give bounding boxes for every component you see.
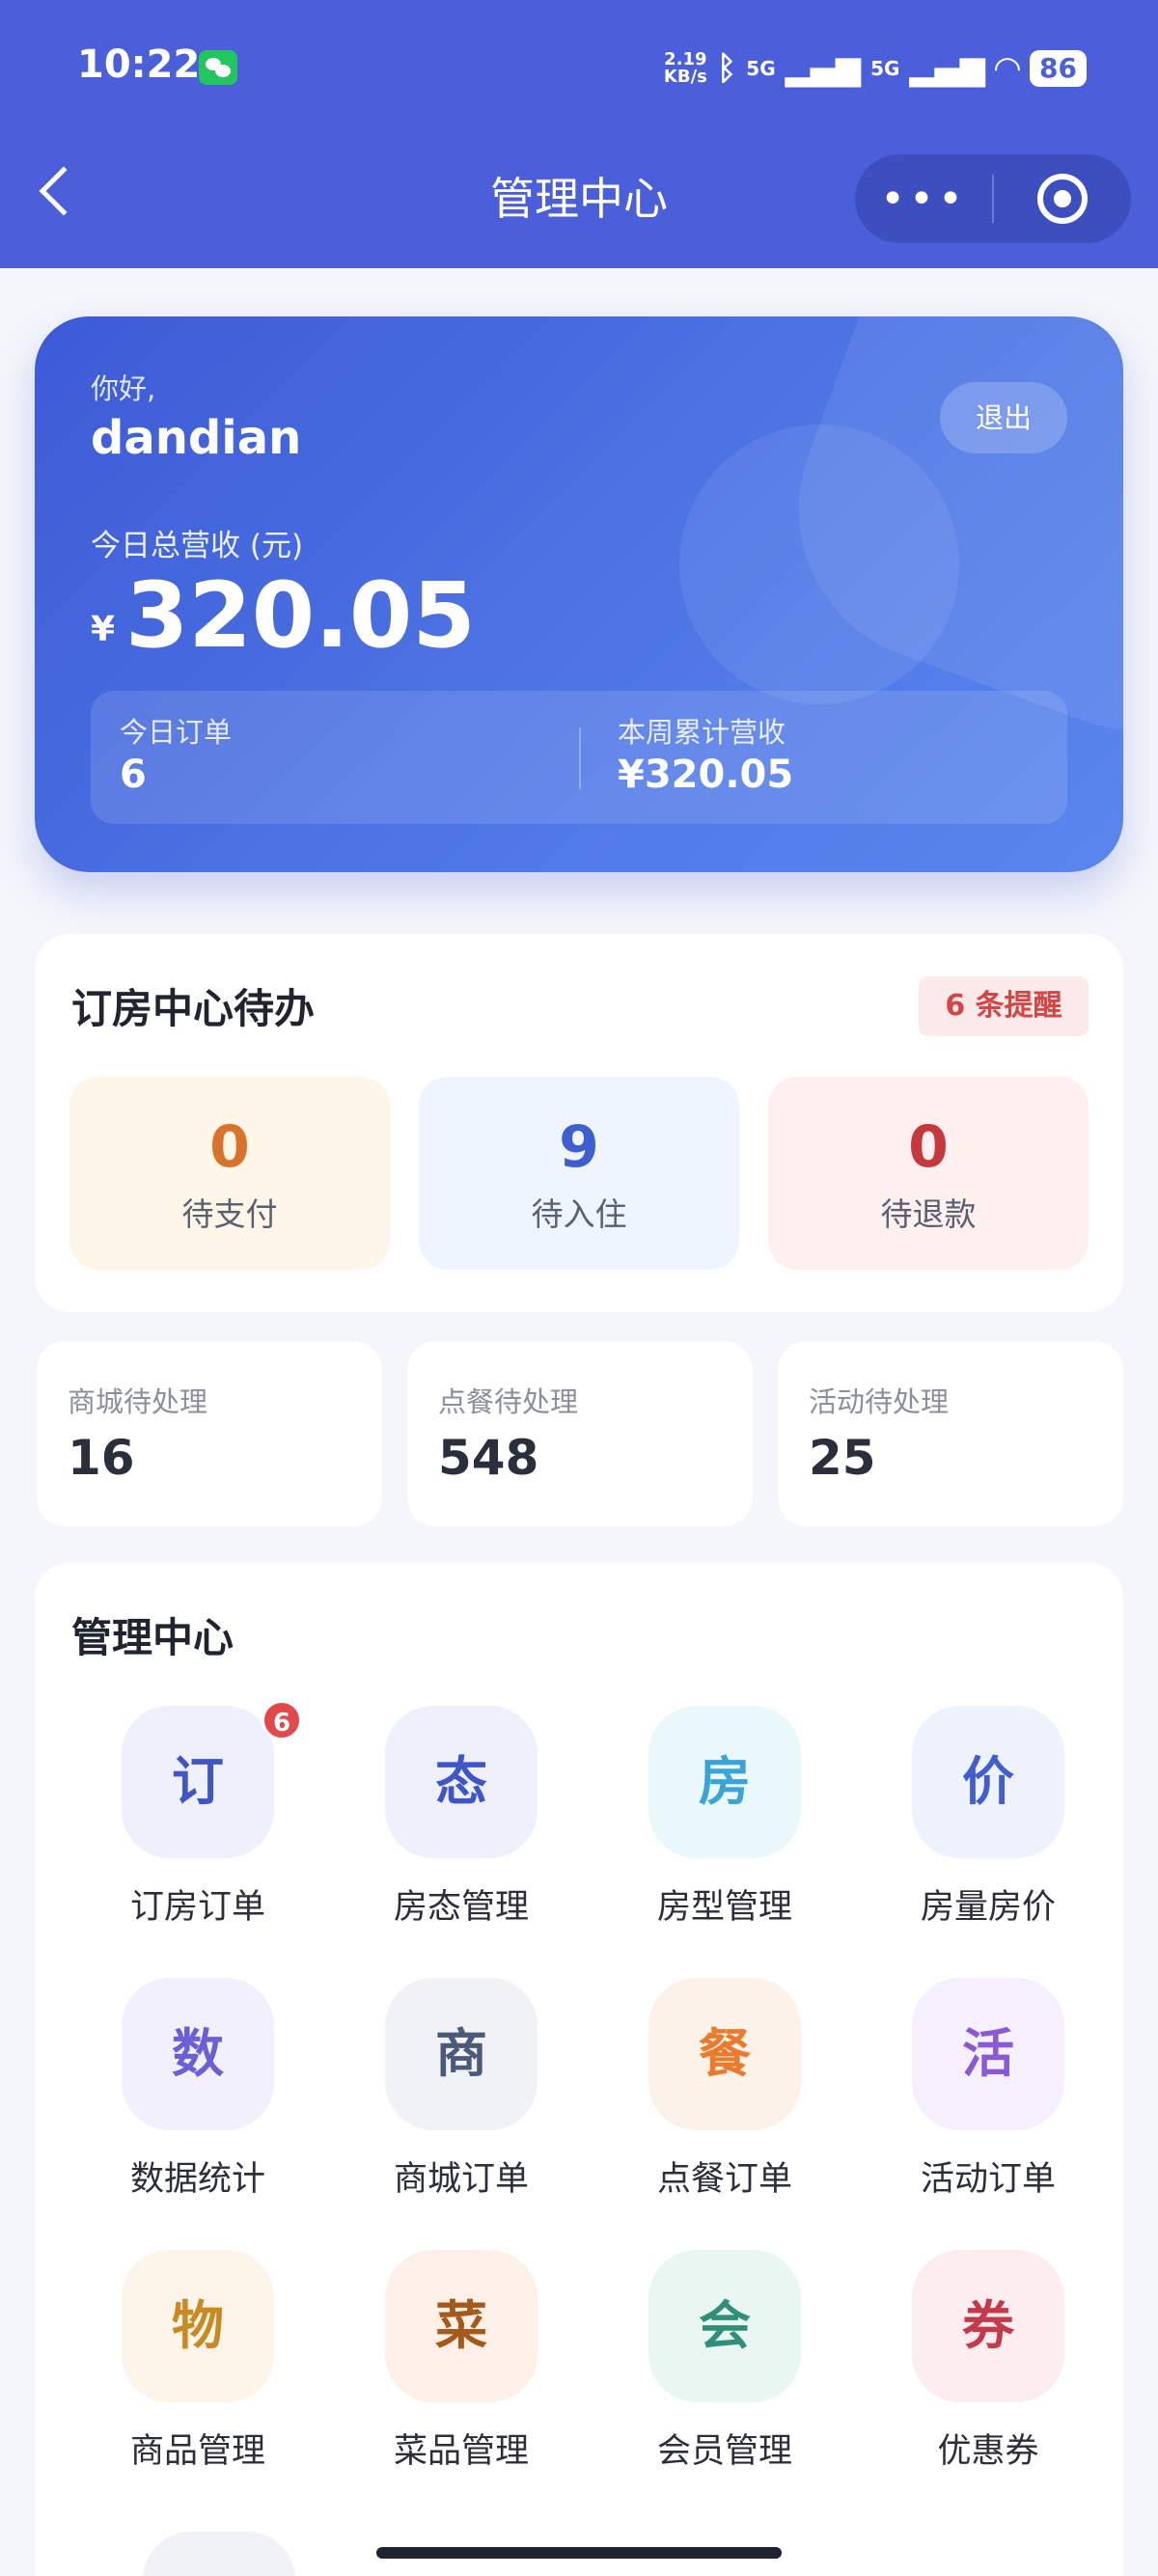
tile-label: 房态管理: [393, 1888, 529, 1927]
tile-label: 商品管理: [129, 2432, 265, 2471]
todo-pending-checkin[interactable]: 9 待入住: [419, 1077, 739, 1270]
coupons-icon: 券: [912, 2250, 1064, 2402]
tile-booking-orders[interactable]: 订 6 订房订单: [101, 1700, 302, 1947]
stat-value: 25: [809, 1430, 876, 1486]
more-menu-button[interactable]: •••: [855, 175, 992, 224]
member-mgmt-icon: 会: [648, 2250, 801, 2402]
revenue-label: 今日总营收 (元): [91, 529, 304, 563]
room-status-icon: 态: [385, 1706, 538, 1858]
signal-bars-icon: ▂▄▆: [785, 49, 862, 88]
today-orders-value: 6: [120, 753, 147, 797]
todo-label: 待支付: [181, 1195, 278, 1233]
tile-label: 商城订单: [393, 2160, 529, 2199]
tile-room-rates[interactable]: 价房量房价: [892, 1706, 1085, 1947]
tile-dish-mgmt[interactable]: 菜菜品管理: [365, 2250, 558, 2491]
activity-orders-icon: 活: [912, 1978, 1064, 2130]
signal-2-label: 5G: [870, 57, 900, 80]
stat-label: 点餐待处理: [438, 1385, 579, 1418]
management-card: 管理中心 订 6 订房订单态房态管理房房型管理价房量房价数数据统计商商城订单餐点餐订…: [35, 1563, 1123, 2576]
status-time: 10:22: [77, 42, 201, 87]
wifi-icon: ◠: [994, 49, 1021, 88]
tile-member-mgmt[interactable]: 会会员管理: [628, 2250, 821, 2491]
todo-count: 0: [209, 1113, 250, 1181]
summary-divider: [579, 727, 581, 789]
tile-label: 数据统计: [129, 2160, 265, 2199]
status-indicators: 2.19 KB/s ᛒ 5G ▂▄▆ 5G ▂▄▆ ◠ 86: [664, 44, 1087, 93]
room-rates-icon: 价: [912, 1706, 1064, 1858]
stat-card-activity[interactable]: 活动待处理 25: [778, 1341, 1123, 1526]
booking-orders-icon: 订: [122, 1706, 274, 1858]
stat-label: 活动待处理: [809, 1385, 950, 1418]
tile-label: 优惠券: [937, 2432, 1039, 2471]
wechat-icon: [199, 50, 237, 85]
tile-label: 房量房价: [920, 1888, 1056, 1927]
notification-badge: 6: [262, 1700, 302, 1740]
tile-coupons[interactable]: 券优惠券: [892, 2250, 1085, 2491]
net-speed: 2.19 KB/s: [664, 51, 707, 86]
tile-room-status[interactable]: 态房态管理: [365, 1706, 558, 1947]
todo-count: 0: [908, 1113, 949, 1181]
signal-1-label: 5G: [746, 57, 776, 80]
partial-tile: [143, 2532, 295, 2576]
today-orders-label: 今日订单: [120, 716, 233, 749]
top-bar: 10:22 2.19 KB/s ᛒ 5G ▂▄▆ 5G ▂▄▆ ◠ 86 管理中…: [0, 0, 1158, 268]
tile-product-mgmt[interactable]: 物商品管理: [101, 2250, 294, 2491]
target-icon: [1037, 174, 1088, 224]
section-title: 订房中心待办: [71, 985, 316, 1032]
tile-data-stats[interactable]: 数数据统计: [101, 1978, 294, 2219]
mall-orders-icon: 商: [385, 1978, 538, 2130]
signal-bars-icon: ▂▄▆: [909, 49, 985, 88]
stat-value: 548: [438, 1430, 539, 1486]
revenue-card: 你好, dandian 退出 今日总营收 (元) ¥ 320.05 今日订单 6…: [35, 316, 1123, 872]
todo-label: 待入住: [531, 1195, 627, 1233]
currency-symbol: ¥: [91, 610, 116, 649]
revenue-summary: 今日订单 6 本周累计营收 ¥320.05: [91, 691, 1067, 824]
decorative-circle: [679, 425, 959, 704]
revenue-value: 320.05: [125, 563, 476, 669]
todo-count: 9: [559, 1113, 599, 1181]
tile-label: 会员管理: [656, 2432, 792, 2471]
tile-mall-orders[interactable]: 商商城订单: [365, 1978, 558, 2219]
booking-todo-card: 订房中心待办 6 条提醒 0 待支付 9 待入住 0 待退款: [35, 934, 1123, 1312]
stat-label: 商城待处理: [68, 1385, 208, 1418]
dining-orders-icon: 餐: [648, 1978, 801, 2130]
tile-label: 活动订单: [920, 2160, 1056, 2199]
logout-button[interactable]: 退出: [940, 382, 1067, 453]
greeting: 你好,: [91, 372, 156, 405]
bluetooth-icon: ᛒ: [716, 49, 737, 88]
home-indicator: [376, 2547, 782, 2559]
tile-label: 房型管理: [656, 1888, 792, 1927]
reminder-badge[interactable]: 6 条提醒: [919, 976, 1089, 1036]
close-mini-program-button[interactable]: [994, 174, 1131, 224]
tile-dining-orders[interactable]: 餐点餐订单: [628, 1978, 821, 2219]
tile-label: 点餐订单: [656, 2160, 792, 2199]
week-revenue-label: 本周累计营收: [618, 716, 786, 749]
net-speed-unit: KB/s: [663, 67, 707, 87]
todo-pending-refund[interactable]: 0 待退款: [768, 1077, 1089, 1270]
data-stats-icon: 数: [122, 1978, 274, 2130]
tile-activity-orders[interactable]: 活活动订单: [892, 1978, 1085, 2219]
stat-card-dining[interactable]: 点餐待处理 548: [407, 1341, 753, 1526]
product-mgmt-icon: 物: [122, 2250, 274, 2402]
stat-card-mall[interactable]: 商城待处理 16: [37, 1341, 382, 1526]
dish-mgmt-icon: 菜: [385, 2250, 538, 2402]
tile-label: 订房订单: [129, 1888, 265, 1927]
username: dandian: [91, 411, 302, 465]
todo-pending-payment[interactable]: 0 待支付: [69, 1077, 390, 1270]
stat-value: 16: [68, 1430, 135, 1486]
tile-label: 菜品管理: [393, 2432, 529, 2471]
week-revenue-value: ¥320.05: [618, 753, 794, 797]
battery-indicator: 86: [1030, 50, 1087, 87]
section-title: 管理中心: [71, 1614, 234, 1661]
mini-program-capsule: •••: [855, 154, 1131, 243]
tile-room-types[interactable]: 房房型管理: [628, 1706, 821, 1947]
todo-label: 待退款: [880, 1195, 977, 1233]
room-types-icon: 房: [648, 1706, 801, 1858]
